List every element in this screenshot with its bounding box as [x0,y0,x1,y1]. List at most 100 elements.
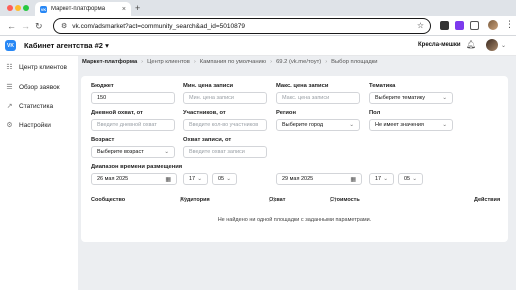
sidebar-toggle-icon[interactable] [470,21,479,30]
bookmark-star-icon[interactable]: ☆ [417,21,424,30]
app: VK Кабинет агентства #2 ▾ Кресла-мешки 🔔… [0,36,516,290]
chevron-down-icon: ⌄ [164,149,169,155]
calendar-icon[interactable]: ▦ [350,176,356,183]
user-avatar[interactable] [486,39,498,51]
column-actions: Действия [474,197,501,203]
column-community[interactable]: Сообщество [91,197,125,203]
post-reach-label: Охват записи, от [183,137,232,143]
extension-icon[interactable] [440,21,449,30]
topic-select[interactable]: Выберите тематику ⌄ [369,92,453,104]
region-label: Регион [276,110,296,116]
breadcrumb-separator: › [193,59,196,65]
main-content: Маркет-платформа › Центр клиентов › Кампания… [78,56,516,290]
breadcrumb-item[interactable]: Маркет-платформа [82,59,137,65]
budget-label: Бюджет [91,83,114,89]
url-text: vk.com/adsmarket?act=community_search&ad… [72,22,245,30]
url-bar[interactable]: ⚙ vk.com/adsmarket?act=community_search&… [53,18,431,34]
age-label: Возраст [91,137,115,143]
help-icon[interactable]: [?] [330,197,336,203]
extension-icon[interactable] [455,21,464,30]
age-select[interactable]: Выберите возраст ⌄ [91,146,175,158]
min-price-field[interactable]: Мин. цена записи [183,92,267,104]
new-tab-button[interactable]: + [135,3,140,13]
site-settings-icon[interactable]: ⚙ [61,22,67,30]
date-from-value: 26 мая 2025 [97,176,129,182]
bell-icon[interactable]: 🔔︎ [466,40,476,49]
members-label: Участников, от [183,110,226,116]
close-window-button[interactable] [7,5,13,11]
search-filters-panel: Бюджет 150 Мин. цена записи Мин. цена за… [81,76,508,242]
topic-select-value: Выберите тематику [375,95,425,101]
chevron-down-icon: ⌄ [349,122,354,128]
tab-title: Маркет-платформа [51,6,106,12]
hour-from-select[interactable]: 17 ⌄ [183,173,208,185]
breadcrumb-separator: › [325,59,328,65]
topic-label: Тематика [369,83,396,89]
chevron-down-icon: ⌄ [442,95,447,101]
sidebar-item-label: Центр клиентов [19,63,67,71]
minimize-window-button[interactable] [15,5,21,11]
budget-field[interactable]: 150 [91,92,175,104]
chevron-down-icon: ⌄ [197,176,202,182]
breadcrumb-item[interactable]: 69.2 (vk.me/тоут) [276,59,321,65]
daily-reach-field[interactable]: Введите дневной охват [91,119,175,131]
sidebar-item-requests[interactable]: ☰ Обзор заявок [5,81,60,93]
maximize-window-button[interactable] [23,5,29,11]
chevron-down-icon: ⌄ [383,176,388,182]
breadcrumb-item[interactable]: Центр клиентов [147,59,190,65]
sidebar-item-stats[interactable]: ↗ Статистика [5,100,54,112]
sidebar-item-clients[interactable]: ☷ Центр клиентов [5,61,67,73]
sidebar-item-label: Обзор заявок [19,83,60,91]
vk-favicon-icon: VK [40,5,47,13]
post-reach-field[interactable]: Введите охват записи [183,146,267,158]
vk-logo-icon[interactable]: VK [5,40,16,51]
sidebar-item-label: Настройки [19,121,51,129]
browser-menu-icon[interactable]: ⋮ [505,19,514,30]
sidebar: ☷ Центр клиентов ☰ Обзор заявок ↗ Статис… [0,56,78,290]
gender-label: Пол [369,110,381,116]
date-to-field[interactable]: 29 мая 2025 ▦ [276,173,362,185]
chevron-down-icon[interactable]: ⌄ [501,42,506,49]
sidebar-item-label: Статистика [19,102,54,110]
hour-to-select[interactable]: 17 ⌄ [369,173,394,185]
back-arrow-icon[interactable]: ← [7,20,16,32]
breadcrumb-item[interactable]: Кампания по умолчанию [200,59,266,65]
hour-from-value: 17 [189,176,196,182]
members-field[interactable]: Введите кол-во участников [183,119,267,131]
minute-to-select[interactable]: 05 ⌄ [398,173,423,185]
hour-to-value: 17 [375,176,382,182]
profile-avatar[interactable] [488,20,498,30]
chevron-down-icon: ▾ [105,41,109,50]
account-name[interactable]: Кресла-мешки [418,42,461,48]
breadcrumb-separator: › [270,59,273,65]
cabinet-switcher[interactable]: Кабинет агентства #2 ▾ [24,41,109,50]
max-price-field[interactable]: Макс. цена записи [276,92,360,104]
breadcrumb: Маркет-платформа › Центр клиентов › Кампания… [82,59,378,65]
region-select[interactable]: Выберите город ⌄ [276,119,360,131]
help-icon[interactable]: [?] [269,197,275,203]
calendar-icon[interactable]: ▦ [165,176,171,183]
gender-select[interactable]: Не имеет значения ⌄ [369,119,453,131]
daily-reach-label: Дневной охват, от [91,110,143,116]
reload-icon[interactable]: ↻ [35,20,43,32]
sidebar-item-settings[interactable]: ⚙ Настройки [5,119,51,131]
list-icon: ☰ [6,84,13,91]
forward-arrow-icon[interactable]: → [21,20,30,32]
chevron-down-icon: ⌄ [412,176,417,182]
date-from-field[interactable]: 26 мая 2025 ▦ [91,173,177,185]
chevron-down-icon: ⌄ [442,122,447,128]
browser-tabbar: VK Маркет-платформа × + [0,0,516,16]
region-select-value: Выберите город [282,122,324,128]
users-icon: ☷ [6,64,13,71]
help-icon[interactable]: [?] [180,197,186,203]
tab-close-icon[interactable]: × [122,6,126,13]
cabinet-title: Кабинет агентства #2 [24,41,103,50]
minute-to-value: 05 [404,176,411,182]
minute-from-select[interactable]: 05 ⌄ [212,173,237,185]
browser-tab[interactable]: VK Маркет-платформа × [35,2,131,16]
results-table-header: Сообщество Аудитория [?] Охват [?] Стоим… [91,197,502,207]
min-price-label: Мин. цена записи [183,83,234,89]
gender-select-value: Не имеет значения [375,122,424,128]
browser-toolbar: ← → ↻ ⚙ vk.com/adsmarket?act=community_s… [0,16,516,36]
stats-icon: ↗ [6,103,13,110]
